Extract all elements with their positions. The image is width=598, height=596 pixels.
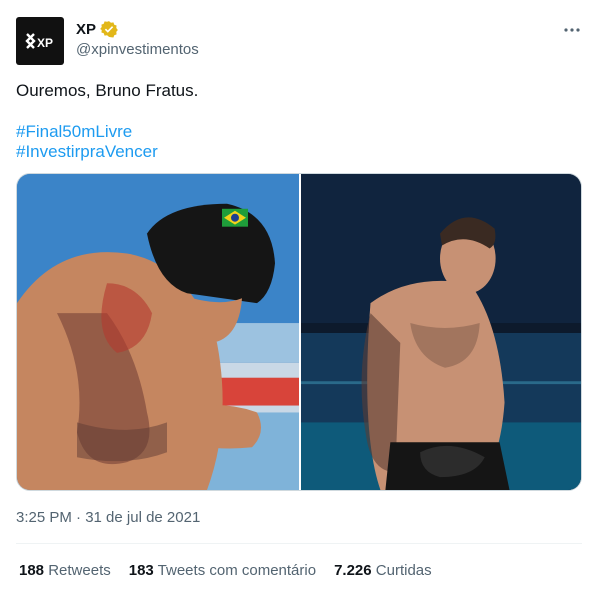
media-photo-1[interactable] xyxy=(17,174,301,490)
stat-count: 188 xyxy=(19,562,45,579)
stat-retweets[interactable]: 188 Retweets xyxy=(19,562,111,579)
hashtag-link[interactable]: #InvestirpraVencer xyxy=(16,142,158,162)
swimmer-poolside-image xyxy=(301,174,581,490)
media-photo-2[interactable] xyxy=(301,174,581,490)
swimmer-photo-image xyxy=(17,174,299,490)
stat-count: 183 xyxy=(128,562,154,579)
author-display-name[interactable]: XP xyxy=(76,21,96,38)
stat-quote-tweets[interactable]: 183 Tweets com comentário xyxy=(129,562,316,579)
hashtag-link[interactable]: #Final50mLivre xyxy=(16,122,132,142)
verified-badge-icon xyxy=(100,21,118,38)
media-grid xyxy=(16,173,582,491)
stat-label: Curtidas xyxy=(375,562,432,579)
stat-label: Tweets com comentário xyxy=(157,562,317,579)
stat-likes[interactable]: 7.226 Curtidas xyxy=(334,562,432,579)
avatar[interactable]: XP xyxy=(16,17,64,65)
tweet: XP XP @xpinvestimentos Ouremos, Bruno Fr… xyxy=(0,0,598,596)
avatar-logo-text: XP xyxy=(37,36,53,50)
author-handle[interactable]: @xpinvestimentos xyxy=(76,41,199,58)
engagement-stats: 188 Retweets 183 Tweets com comentário 7… xyxy=(19,562,450,579)
tweet-timestamp[interactable]: 3:25 PM · 31 de jul de 2021 xyxy=(16,509,200,526)
tweet-text: Ouremos, Bruno Fratus. xyxy=(16,81,199,100)
more-horizontal-icon xyxy=(564,28,580,32)
xp-logo-icon: XP xyxy=(25,33,53,50)
stat-label: Retweets xyxy=(48,562,111,579)
author-name-row[interactable]: XP xyxy=(76,20,118,38)
more-options-button[interactable] xyxy=(560,20,584,40)
divider xyxy=(16,543,582,544)
stat-count: 7.226 xyxy=(334,562,372,579)
